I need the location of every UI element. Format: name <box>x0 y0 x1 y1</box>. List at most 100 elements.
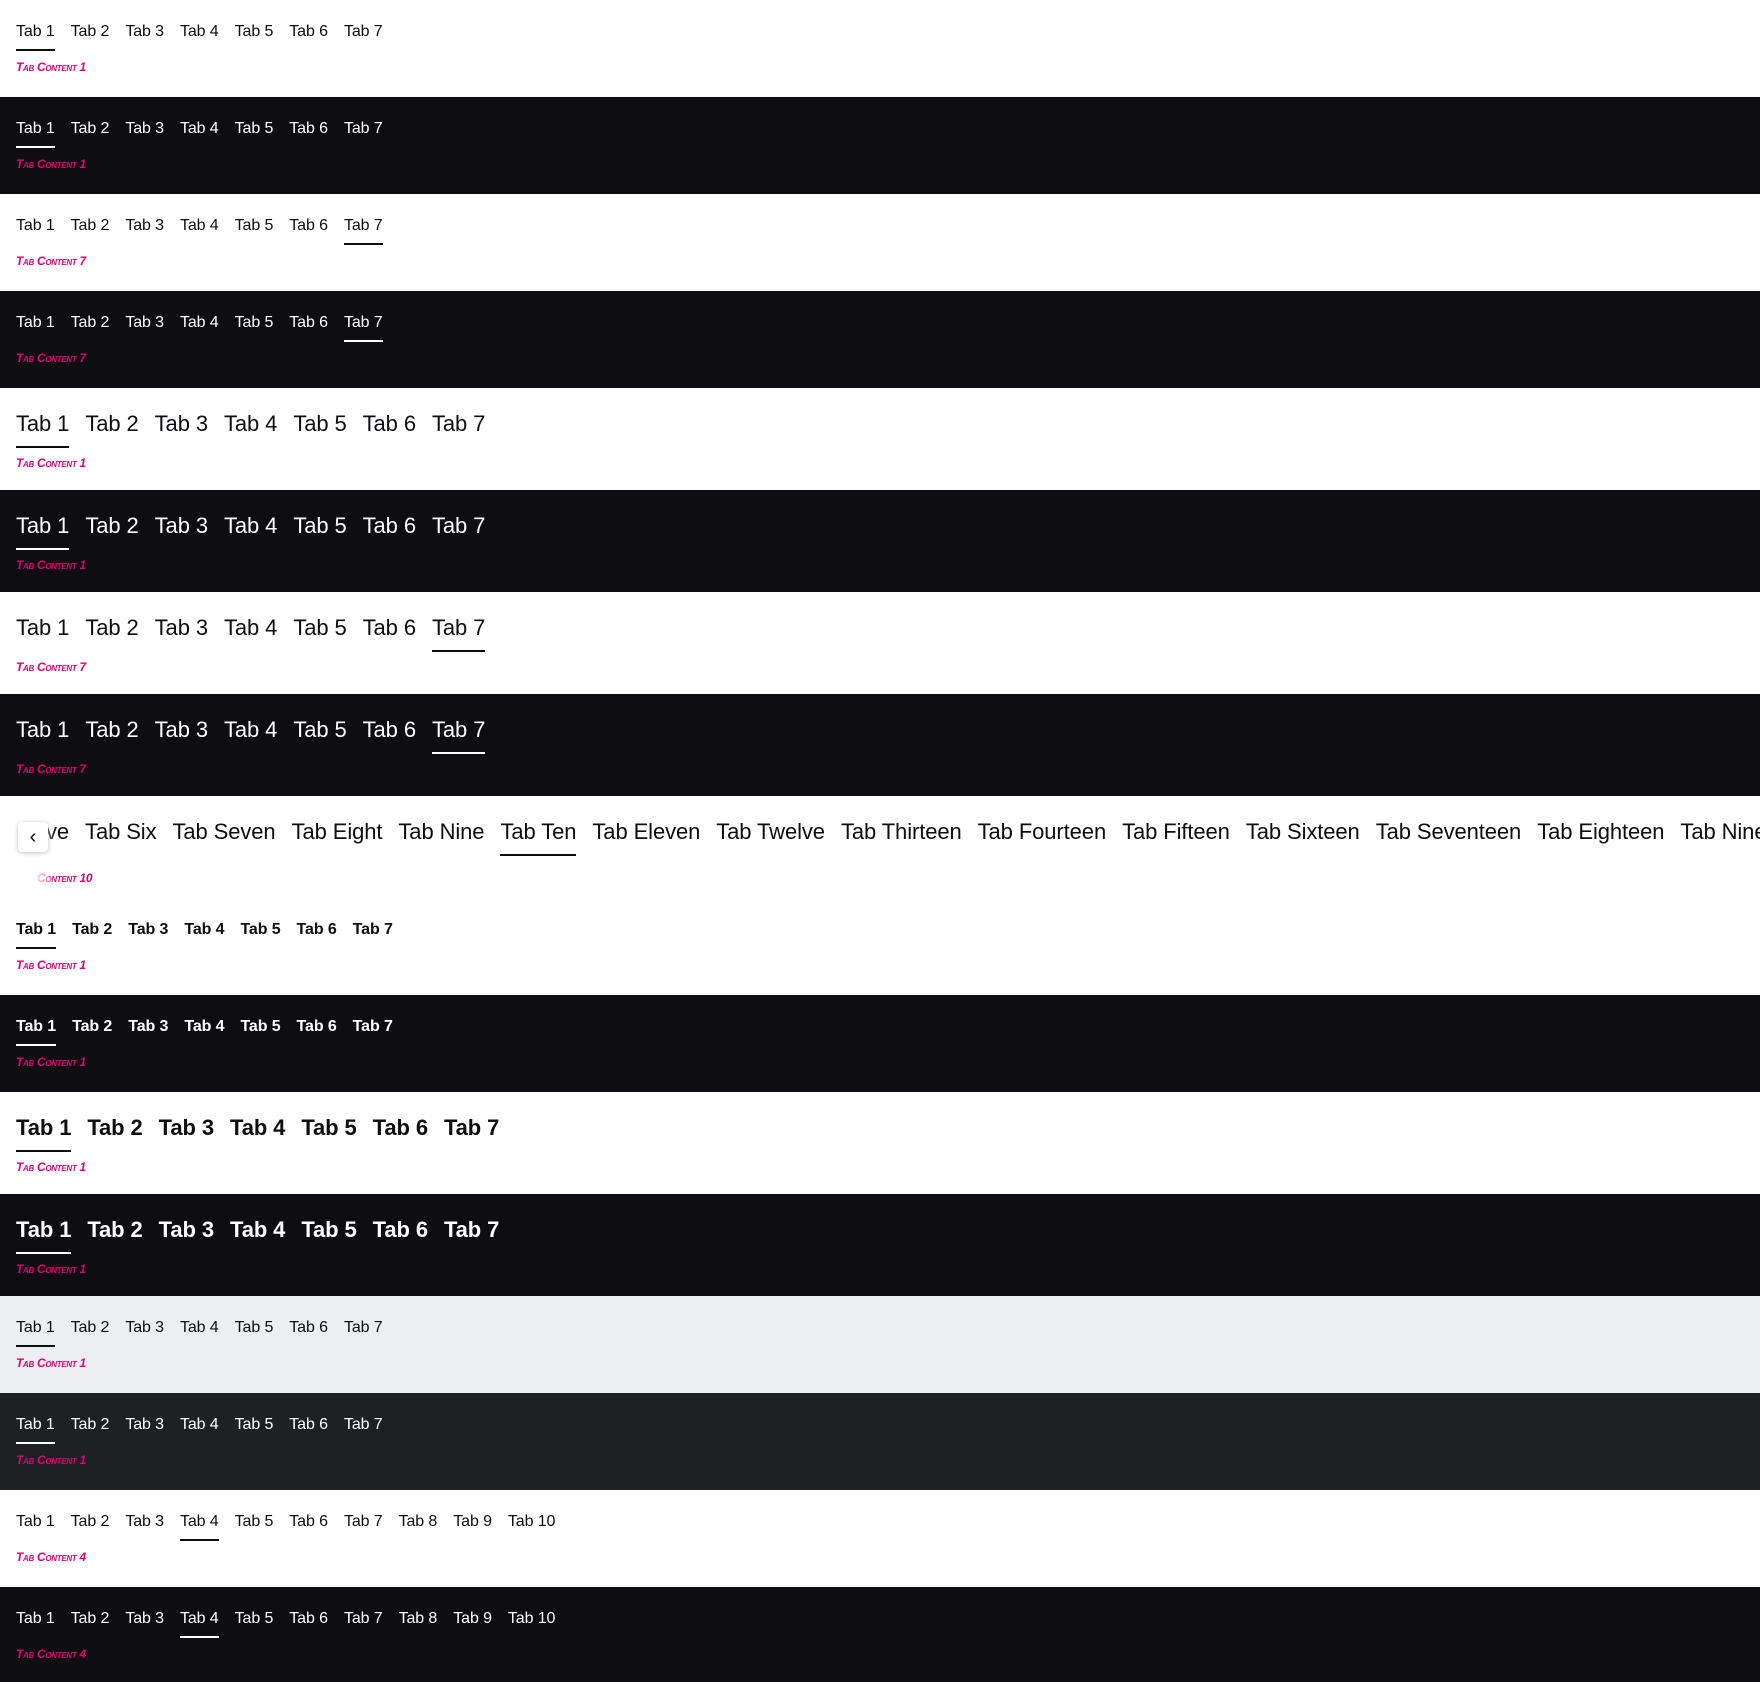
tab-item[interactable]: Tab 2 <box>71 22 110 42</box>
tab-item[interactable]: Tab 3 <box>125 1318 164 1338</box>
tab-item[interactable]: Tab 3 <box>125 1512 164 1532</box>
tab-item[interactable]: Tab 5 <box>235 22 274 42</box>
tab-item[interactable]: Tab 1 <box>16 216 55 236</box>
tab-item[interactable]: Tab 2 <box>87 1114 142 1142</box>
tab-item[interactable]: Tab 5 <box>293 716 346 744</box>
tab-item[interactable]: Tab 5 <box>301 1114 356 1142</box>
tab-item[interactable]: Tab 7 <box>344 1609 383 1629</box>
tab-item[interactable]: Tab 6 <box>297 920 337 940</box>
tab-item[interactable]: Tab 4 <box>184 1017 224 1037</box>
tab-item[interactable]: Tab 3 <box>155 716 208 744</box>
tab-item[interactable]: Tab 3 <box>155 614 208 642</box>
tab-item[interactable]: Tab 2 <box>71 1512 110 1532</box>
tab-item[interactable]: Tab 5 <box>235 216 274 236</box>
tab-item[interactable]: Tab 2 <box>71 1318 110 1338</box>
tab-item[interactable]: Tab 6 <box>289 1512 328 1532</box>
tab-item[interactable]: Tab 7 <box>344 1512 383 1532</box>
tab-item[interactable]: Tab 5 <box>293 512 346 540</box>
tab-item-active[interactable]: Tab 7 <box>343 313 383 342</box>
tab-item[interactable]: Tab 7 <box>344 22 383 42</box>
tab-item[interactable]: Tab 1 <box>16 1609 55 1629</box>
tab-item[interactable]: Tab 2 <box>71 313 110 333</box>
tab-item[interactable]: Tab 6 <box>363 716 416 744</box>
tab-item[interactable]: Tab 1 <box>16 614 69 642</box>
tab-item[interactable]: Tab 5 <box>235 1609 274 1629</box>
tab-item[interactable]: Tab Sixteen <box>1246 818 1360 846</box>
tab-item[interactable]: Tab Nineteen <box>1680 818 1760 846</box>
tab-item[interactable]: Tab 3 <box>125 1415 164 1435</box>
tab-item[interactable]: Tab 5 <box>301 1216 356 1244</box>
tab-item[interactable]: Tab 2 <box>72 1017 112 1037</box>
tab-item-active[interactable]: Tab 1 <box>16 1415 55 1444</box>
tab-item[interactable]: Tab 3 <box>128 1017 168 1037</box>
tab-item-active[interactable]: Tab Ten <box>500 818 577 856</box>
tab-item[interactable]: Tab 2 <box>85 410 138 438</box>
tab-item[interactable]: Tab Thirteen <box>841 818 962 846</box>
tab-item[interactable]: Tab 4 <box>224 410 277 438</box>
tab-item[interactable]: Tab 3 <box>128 920 168 940</box>
tab-item[interactable]: Tab 6 <box>363 614 416 642</box>
tab-item[interactable]: Tab 6 <box>289 1415 328 1435</box>
tab-item-active[interactable]: Tab 7 <box>343 216 383 245</box>
tab-item[interactable]: Tab Eleven <box>592 818 700 846</box>
tab-item[interactable]: Tab 10 <box>508 1512 556 1532</box>
tab-item[interactable]: Tab 7 <box>432 410 485 438</box>
tab-item[interactable]: Tab 6 <box>289 1318 328 1338</box>
tab-item[interactable]: Tab 3 <box>159 1114 214 1142</box>
tab-item[interactable]: Tab 8 <box>399 1609 438 1629</box>
tab-item[interactable]: Tab 7 <box>344 1318 383 1338</box>
tab-item[interactable]: Tab 6 <box>289 1609 328 1629</box>
tab-item[interactable]: Tab 5 <box>235 1512 274 1532</box>
tab-item[interactable]: Tab 3 <box>125 216 164 236</box>
tab-item[interactable]: Tab 2 <box>72 920 112 940</box>
tab-item[interactable]: Tab Eight <box>292 818 383 846</box>
tab-item[interactable]: Tab 8 <box>399 1512 438 1532</box>
tab-item[interactable]: Tab 4 <box>180 119 219 139</box>
tab-item-active[interactable]: Tab 7 <box>431 716 486 754</box>
tab-item[interactable]: Tab 6 <box>373 1216 428 1244</box>
tab-item[interactable]: Tab 7 <box>353 1017 393 1037</box>
tab-item[interactable]: Tab 6 <box>289 216 328 236</box>
tab-item[interactable]: Tab Six <box>85 818 157 846</box>
tab-item[interactable]: Tab 1 <box>16 1512 55 1532</box>
tab-item-active[interactable]: Tab 1 <box>16 1017 57 1046</box>
tab-item[interactable]: Tab 7 <box>432 512 485 540</box>
tab-item[interactable]: Tab 5 <box>235 1415 274 1435</box>
tab-item[interactable]: Tab 5 <box>240 1017 280 1037</box>
tab-item[interactable]: Tab 4 <box>230 1114 285 1142</box>
tab-item-active[interactable]: Tab 1 <box>16 1114 72 1152</box>
tab-item[interactable]: Tab 6 <box>363 512 416 540</box>
tab-item-active[interactable]: Tab 1 <box>16 22 55 51</box>
tab-item[interactable]: Tab 7 <box>444 1114 499 1142</box>
tab-item[interactable]: Tab 5 <box>235 313 274 333</box>
tab-item[interactable]: Tab 4 <box>180 1415 219 1435</box>
tab-item-active[interactable]: Tab 7 <box>431 614 486 652</box>
tab-item[interactable]: Tab 3 <box>125 119 164 139</box>
tab-item[interactable]: Tab 4 <box>180 313 219 333</box>
tab-item[interactable]: Tab 3 <box>125 313 164 333</box>
tab-item[interactable]: Tab 4 <box>224 512 277 540</box>
tab-item[interactable]: Tab 2 <box>85 614 138 642</box>
tab-item-active[interactable]: Tab 1 <box>16 512 70 550</box>
tab-item[interactable]: Tab 7 <box>344 1415 383 1435</box>
tab-item-active[interactable]: Tab 1 <box>16 410 70 448</box>
tab-item[interactable]: Tab 5 <box>240 920 280 940</box>
tab-item[interactable]: Tab 6 <box>363 410 416 438</box>
tab-item[interactable]: Tab 3 <box>155 512 208 540</box>
tab-item-active[interactable]: Tab 4 <box>179 1512 219 1541</box>
tab-item[interactable]: Tab 2 <box>71 1609 110 1629</box>
tab-item[interactable]: Tab 2 <box>71 1415 110 1435</box>
tab-item[interactable]: Tab 7 <box>344 119 383 139</box>
tab-item[interactable]: Tab 7 <box>444 1216 499 1244</box>
tab-item[interactable]: Tab Seven <box>173 818 276 846</box>
tab-item[interactable]: Tab 5 <box>293 410 346 438</box>
tab-item[interactable]: Tab 3 <box>125 22 164 42</box>
tab-item[interactable]: Tab Seventeen <box>1376 818 1522 846</box>
tab-item[interactable]: Tab 4 <box>180 1318 219 1338</box>
tab-item-active[interactable]: Tab 1 <box>16 119 55 148</box>
tab-item[interactable]: Tab Fifteen <box>1122 818 1230 846</box>
tab-item-active[interactable]: Tab 1 <box>16 1318 55 1347</box>
tab-item[interactable]: Tab 3 <box>159 1216 214 1244</box>
tab-item[interactable]: Tab 4 <box>184 920 224 940</box>
tab-item[interactable]: Tab 6 <box>297 1017 337 1037</box>
